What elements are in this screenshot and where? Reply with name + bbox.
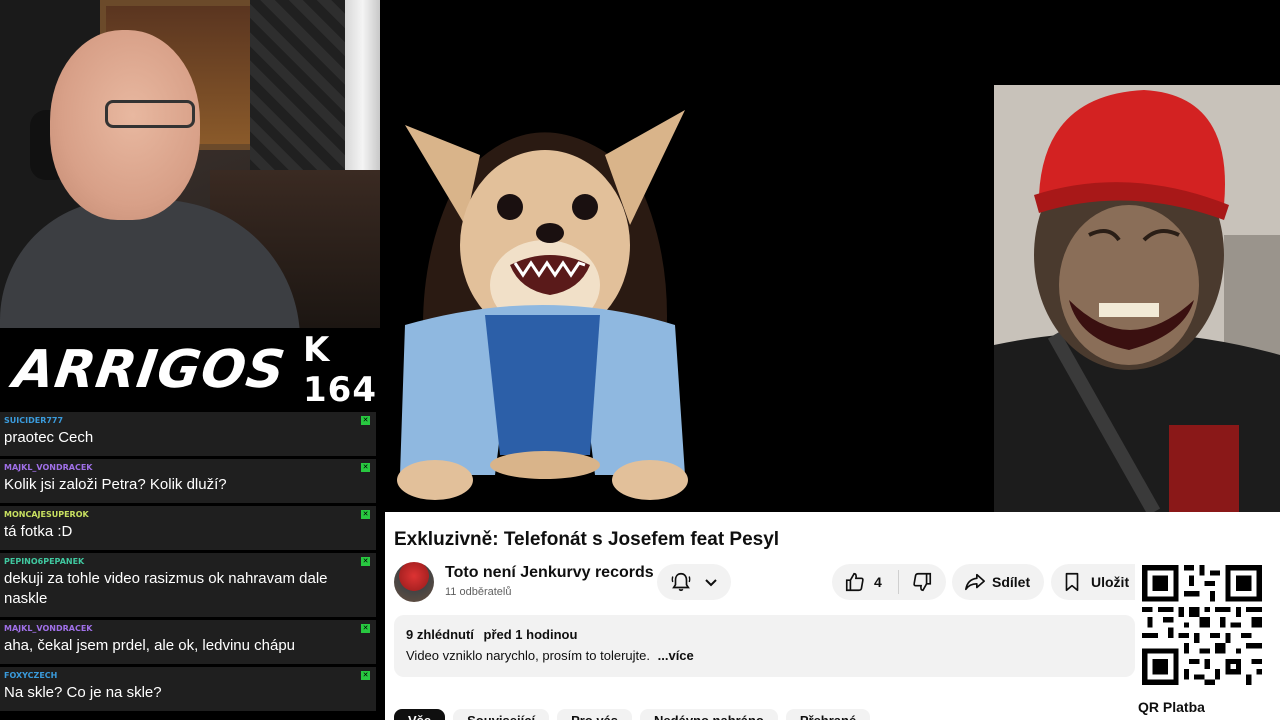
- chat-username: MAJKL_VONDRACEK: [4, 624, 93, 633]
- qr-code-icon: [1137, 560, 1267, 690]
- moderator-badge-icon: ✕: [361, 510, 370, 519]
- chip-for-you[interactable]: Pro vás: [557, 709, 633, 720]
- share-button[interactable]: Sdílet: [952, 564, 1044, 600]
- chat-message: MONCAJESUPEROK tá fotka :D ✕: [0, 506, 376, 550]
- save-label: Uložit: [1091, 574, 1130, 590]
- video-player[interactable]: [385, 0, 1280, 512]
- stream-overlay: ARRIGOS K 164 SUICIDER777 praotec Cech ✕…: [0, 0, 1280, 720]
- episode-number: K 164: [303, 330, 377, 410]
- thumbs-up-icon: [845, 572, 864, 592]
- qr-label: QR Platba: [1138, 699, 1205, 715]
- description-text: Video vzniklo narychlo, prosím to toleru…: [406, 648, 1123, 663]
- moderator-badge-icon: ✕: [361, 416, 370, 425]
- moderator-badge-icon: ✕: [361, 557, 370, 566]
- chat-username: FOXYCZECH: [4, 671, 58, 680]
- moderator-badge-icon: ✕: [361, 463, 370, 472]
- chimpanzee-drawing: [994, 85, 1280, 512]
- channel-name[interactable]: Toto není Jenkurvy records: [445, 564, 654, 582]
- chat-text: Kolik jsi založi Petra? Kolik dluží?: [4, 476, 227, 493]
- like-count: 4: [874, 574, 882, 590]
- chat-username: SUICIDER777: [4, 416, 64, 425]
- video-meta: 9 zhlédnutí před 1 hodinou: [406, 627, 1123, 642]
- chat-username: MAJKL_VONDRACEK: [4, 463, 93, 472]
- dislike-button[interactable]: [899, 564, 945, 600]
- bookmark-icon: [1065, 572, 1079, 592]
- chihuahua-image: [397, 110, 688, 500]
- save-button[interactable]: Uložit: [1051, 564, 1135, 600]
- chat-message: SUICIDER777 praotec Cech ✕: [0, 412, 376, 456]
- thumbs-down-icon: [913, 572, 932, 592]
- subscriber-count: 11 odběratelů: [445, 586, 512, 598]
- chat-username: MONCAJESUPEROK: [4, 510, 89, 519]
- chat-text: dekuji za tohle video rasizmus ok nahrav…: [4, 570, 328, 607]
- webcam-feed: [0, 0, 380, 328]
- chat-username: PEPINO6PEPANEK: [4, 557, 85, 566]
- qr-code: [1137, 560, 1267, 690]
- chat-text: Na skle? Co je na skle?: [4, 684, 162, 701]
- chimpanzee-image: [994, 85, 1280, 512]
- chat-text: praotec Cech: [4, 429, 94, 446]
- moderator-badge-icon: ✕: [361, 624, 370, 633]
- like-dislike-group: 4: [832, 564, 946, 600]
- video-title: Exkluzivně: Telefonát s Josefem feat Pes…: [394, 529, 780, 550]
- upload-time: před 1 hodinou: [483, 627, 578, 642]
- bell-icon: [671, 572, 691, 592]
- share-icon: [965, 573, 985, 591]
- glasses-icon: [105, 100, 195, 128]
- chat-message: FOXYCZECH Na skle? Co je na skle? ✕: [0, 667, 376, 711]
- chat-message: MAJKL_VONDRACEK aha, čekal jsem prdel, a…: [0, 620, 376, 664]
- stream-logo: ARRIGOS K 164: [0, 328, 380, 412]
- chat-message: PEPINO6PEPANEK dekuji za tohle video ras…: [0, 553, 376, 617]
- channel-avatar[interactable]: [394, 562, 434, 602]
- notification-bell-button[interactable]: [657, 564, 731, 600]
- share-label: Sdílet: [992, 574, 1031, 590]
- chat-panel: SUICIDER777 praotec Cech ✕ MAJKL_VONDRAC…: [0, 412, 380, 720]
- chat-text: aha, čekal jsem prdel, ale ok, ledvinu c…: [4, 637, 296, 654]
- chat-text: tá fotka :D: [4, 523, 73, 540]
- chip-related[interactable]: Související: [453, 709, 550, 720]
- like-button[interactable]: 4: [832, 564, 898, 600]
- show-more-link[interactable]: ...více: [658, 648, 694, 663]
- description-body: Video vzniklo narychlo, prosím to toleru…: [406, 648, 650, 663]
- moderator-badge-icon: ✕: [361, 671, 370, 680]
- logo-title: ARRIGOS: [9, 340, 290, 400]
- related-filter-chips: Vše Související Pro vás Nedávno nahráno …: [394, 709, 871, 720]
- chip-watched[interactable]: Přehrané: [785, 709, 871, 720]
- description-box[interactable]: 9 zhlédnutí před 1 hodinou Video vzniklo…: [394, 615, 1135, 677]
- chip-recent[interactable]: Nedávno nahráno: [640, 709, 778, 720]
- chat-message: MAJKL_VONDRACEK Kolik jsi založi Petra? …: [0, 459, 376, 503]
- chevron-down-icon: [705, 579, 717, 587]
- chip-all[interactable]: Vše: [394, 709, 446, 720]
- view-count: 9 zhlédnutí: [406, 627, 474, 642]
